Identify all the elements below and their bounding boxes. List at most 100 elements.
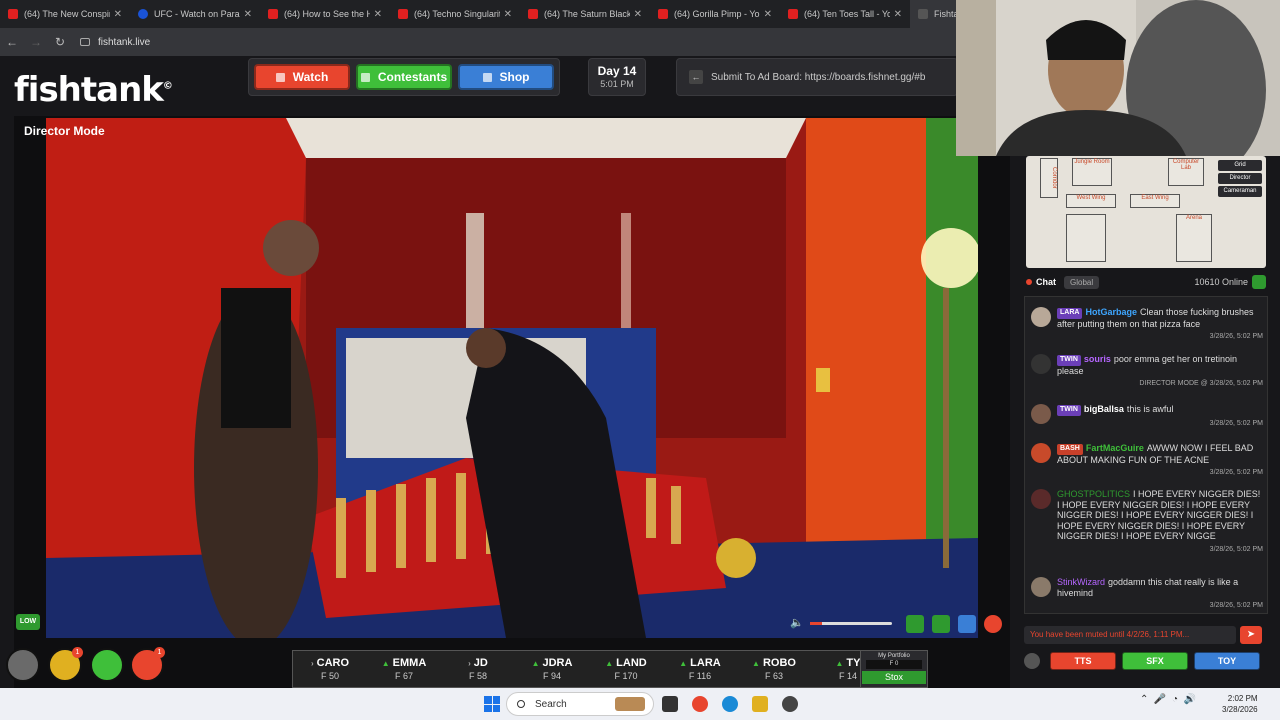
avatar[interactable] [1031, 404, 1051, 424]
watch-button[interactable]: Watch [254, 64, 350, 90]
room-corridor[interactable]: Corridor [1040, 158, 1058, 198]
taskbar-clock[interactable]: 2:02 PM 3/28/2026 [1222, 693, 1258, 715]
stock-item[interactable]: ▲ JDRA F 94 [515, 657, 589, 681]
browser-tab[interactable]: (64) Techno Singularity ✕ [390, 0, 520, 28]
close-tab-icon[interactable]: ✕ [764, 9, 772, 20]
volume-slider[interactable] [810, 622, 892, 625]
quality-low-badge[interactable]: LOW [16, 614, 40, 630]
message-timestamp: 3/28/26, 5:02 PM [1209, 545, 1263, 553]
browser-tab[interactable]: (64) Ten Toes Tall - You ✕ [780, 0, 910, 28]
record-icon[interactable] [984, 615, 1002, 633]
close-tab-icon[interactable]: ✕ [634, 9, 642, 20]
grid-button[interactable]: Grid [1218, 160, 1262, 171]
director-button[interactable]: Director [1218, 173, 1262, 184]
contestants-button[interactable]: Contestants [356, 64, 452, 90]
room-label: Corridor [1051, 167, 1057, 189]
emoji-icon[interactable] [1024, 653, 1040, 669]
shop-button[interactable]: Shop [458, 64, 554, 90]
reload-icon[interactable]: ↻ [48, 35, 72, 49]
system-tray[interactable]: ⌃ 🎤 ◔ 🔊 [1140, 694, 1196, 705]
clock-time: 2:02 PM [1227, 694, 1258, 703]
username[interactable]: FartMacGuire [1086, 443, 1144, 453]
stox-button[interactable]: Stox [862, 671, 926, 684]
file-explorer-icon[interactable] [752, 696, 768, 712]
obs-icon[interactable] [782, 696, 798, 712]
chat-tab[interactable]: Chat [1026, 277, 1056, 287]
avatar[interactable] [1031, 307, 1051, 327]
video-player[interactable]: Director Mode LOW 🔈 [14, 116, 1010, 696]
portfolio-widget[interactable]: My Portfolio F 0 Stox [860, 650, 928, 688]
stock-item[interactable]: ▲ ROBO F 63 [737, 657, 811, 681]
taskbar-search[interactable]: Search [506, 692, 654, 716]
stock-ticker: EMMA [392, 657, 427, 669]
close-tab-icon[interactable]: ✕ [374, 9, 382, 20]
room-label: East Wing [1141, 195, 1169, 201]
windows-start-icon[interactable] [484, 696, 500, 712]
room-computer-lab[interactable]: Computer Lab [1168, 158, 1204, 186]
gift-icon[interactable]: 1 [48, 647, 83, 682]
fishtank-logo[interactable]: fishtank© [14, 70, 173, 110]
chrome-icon[interactable] [692, 696, 708, 712]
avatar[interactable] [1031, 577, 1051, 597]
tools-icon[interactable]: 1 [130, 647, 165, 682]
browser-tab[interactable]: (64) How to See the Ha ✕ [260, 0, 390, 28]
close-tab-icon[interactable]: ✕ [244, 9, 252, 20]
tts-button[interactable]: TTS [1050, 652, 1116, 670]
paramount-favicon-icon [138, 9, 148, 19]
room-east-wing[interactable]: East Wing [1130, 194, 1180, 208]
address-bar[interactable]: fishtank.live [80, 37, 150, 48]
house-minimap[interactable]: Corridor Jungle Room Computer Lab West W… [1026, 156, 1266, 268]
avatar[interactable] [1031, 489, 1051, 509]
room-lower-left[interactable] [1066, 214, 1106, 262]
settings-gear-icon[interactable] [6, 648, 40, 682]
volume-icon[interactable]: 🔈 [790, 616, 804, 629]
cameraman-button[interactable]: Cameraman [1218, 186, 1262, 197]
sfx-button[interactable]: SFX [1122, 652, 1188, 670]
stocks-ticker[interactable]: › CARO F 50 ▲ EMMA F 67 › JD F 58 ▲ JDRA F 94 ▲ LAND F… [292, 650, 928, 688]
stock-item[interactable]: ▲ LAND F 170 [589, 657, 663, 681]
search-label: Search [535, 698, 567, 710]
room-jungle[interactable]: Jungle Room [1072, 158, 1112, 186]
toy-button[interactable]: TOY [1194, 652, 1260, 670]
expand-icon[interactable] [1252, 275, 1266, 289]
username[interactable]: HotGarbage [1085, 307, 1137, 317]
stock-item[interactable]: › JD F 58 [441, 657, 515, 681]
trend-up-icon: ▲ [679, 659, 688, 668]
chat-messages[interactable]: LARA HotGarbage Clean those fucking brushe… [1024, 296, 1268, 614]
stock-item[interactable]: › CARO F 50 [293, 657, 367, 681]
global-tab[interactable]: Global [1064, 275, 1100, 289]
picture-in-picture-icon[interactable] [932, 615, 950, 633]
clip-icon[interactable] [906, 615, 924, 633]
fullscreen-icon[interactable] [958, 615, 976, 633]
forward-icon[interactable]: → [24, 35, 48, 49]
edge-icon[interactable] [722, 696, 738, 712]
stock-ticker: LARA [690, 657, 721, 669]
video-frame[interactable] [46, 118, 978, 638]
browser-tab[interactable]: (64) The Saturn Black C ✕ [520, 0, 650, 28]
arrow-left-icon[interactable]: ← [689, 70, 703, 84]
site-info-icon[interactable] [80, 38, 90, 46]
browser-tab[interactable]: (64) The New Conspira ✕ [0, 0, 130, 28]
ad-board-banner[interactable]: ← Submit To Ad Board: https://boards.fis… [676, 58, 958, 96]
stock-item[interactable]: ▲ EMMA F 67 [367, 657, 441, 681]
username[interactable]: StinkWizard [1057, 577, 1105, 587]
username[interactable]: GHOSTPOLITICS [1057, 489, 1130, 499]
close-tab-icon[interactable]: ✕ [114, 9, 122, 20]
chat-input-muted[interactable]: You have been muted until 4/2/26, 1:11 P… [1024, 626, 1236, 644]
username[interactable]: bigBallsa [1084, 404, 1124, 414]
close-tab-icon[interactable]: ✕ [504, 9, 512, 20]
inventory-icon[interactable] [90, 648, 124, 682]
stock-item[interactable]: ▲ LARA F 116 [663, 657, 737, 681]
webcam-image [956, 0, 1280, 156]
room-west-wing[interactable]: West Wing [1066, 194, 1116, 208]
send-icon[interactable]: ➤ [1240, 626, 1262, 644]
task-view-icon[interactable] [662, 696, 678, 712]
username[interactable]: souris [1084, 354, 1111, 364]
browser-tab[interactable]: UFC - Watch on Paramo ✕ [130, 0, 260, 28]
avatar[interactable] [1031, 443, 1051, 463]
browser-tab[interactable]: (64) Gorilla Pimp - You ✕ [650, 0, 780, 28]
avatar[interactable] [1031, 354, 1051, 374]
room-arena[interactable]: Arena [1176, 214, 1212, 262]
close-tab-icon[interactable]: ✕ [894, 9, 902, 20]
back-icon[interactable]: ← [0, 35, 24, 49]
